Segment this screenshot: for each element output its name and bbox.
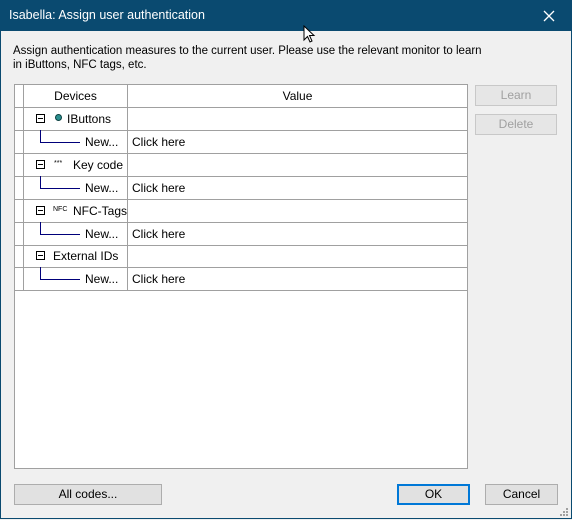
device-cell: NFC NFC-Tags	[24, 200, 128, 222]
column-header-devices[interactable]: Devices	[24, 85, 128, 107]
device-cell: External IDs	[24, 245, 128, 267]
click-here-link[interactable]: Click here	[132, 181, 185, 195]
child-row-key-code[interactable]: New... Click here	[15, 176, 467, 200]
delete-button[interactable]: Delete	[475, 114, 557, 135]
click-here-cell[interactable]: Click here	[128, 177, 467, 199]
value-cell	[128, 245, 467, 267]
key-code-icon: ***	[54, 160, 63, 167]
row-selector[interactable]	[15, 200, 24, 222]
click-here-link[interactable]: Click here	[132, 272, 185, 286]
window-title: Isabella: Assign user authentication	[9, 8, 205, 22]
row-selector[interactable]	[15, 131, 24, 153]
group-label: NFC-Tags	[73, 204, 128, 218]
click-here-cell[interactable]: Click here	[128, 268, 467, 290]
child-row-nfc-tags[interactable]: New... Click here	[15, 222, 467, 246]
click-here-cell[interactable]: Click here	[128, 131, 467, 153]
collapse-icon[interactable]	[36, 251, 45, 260]
new-entry-label[interactable]: New...	[85, 227, 118, 241]
all-codes-button[interactable]: All codes...	[14, 484, 162, 505]
description-text: Assign authentication measures to the cu…	[13, 45, 482, 71]
column-header-value[interactable]: Value	[128, 85, 467, 107]
group-row-external-ids[interactable]: External IDs	[15, 245, 467, 268]
row-selector[interactable]	[15, 154, 24, 176]
tree-line	[40, 279, 80, 280]
child-row-external-ids[interactable]: New... Click here	[15, 267, 467, 291]
new-entry-label[interactable]: New...	[85, 272, 118, 286]
collapse-icon[interactable]	[36, 160, 45, 169]
group-row-key-code[interactable]: *** Key code	[15, 154, 467, 177]
tree-line	[40, 176, 41, 188]
nfc-icon: NFC	[53, 206, 68, 213]
collapse-icon[interactable]	[36, 206, 45, 215]
click-here-link[interactable]: Click here	[132, 227, 185, 241]
click-here-cell[interactable]: Click here	[128, 223, 467, 245]
collapse-icon[interactable]	[36, 114, 45, 123]
child-row-ibuttons[interactable]: New... Click here	[15, 130, 467, 154]
grid-header: Devices Value	[15, 85, 467, 108]
new-entry-label[interactable]: New...	[85, 135, 118, 149]
authentication-grid[interactable]: Devices Value IButtons New... Click here…	[14, 84, 468, 469]
close-icon	[543, 10, 555, 21]
group-row-ibuttons[interactable]: IButtons	[15, 108, 467, 131]
device-cell: New...	[24, 176, 128, 199]
new-entry-label[interactable]: New...	[85, 181, 118, 195]
device-cell: New...	[24, 222, 128, 245]
learn-button[interactable]: Learn	[475, 85, 557, 106]
cancel-button[interactable]: Cancel	[485, 484, 558, 505]
ibutton-icon	[55, 114, 62, 121]
row-selector[interactable]	[15, 245, 24, 267]
device-cell: New...	[24, 267, 128, 290]
group-label: Key code	[73, 158, 124, 172]
group-label: IButtons	[67, 112, 112, 126]
device-cell: *** Key code	[24, 154, 128, 176]
value-cell	[128, 154, 467, 176]
value-cell	[128, 108, 467, 130]
group-label: External IDs	[53, 249, 119, 263]
ok-button[interactable]: OK	[397, 484, 470, 505]
row-selector[interactable]	[15, 223, 24, 245]
tree-line	[40, 142, 80, 143]
device-cell: New...	[24, 130, 128, 153]
tree-line	[40, 267, 41, 279]
tree-line	[40, 234, 80, 235]
tree-line	[40, 222, 41, 234]
close-button[interactable]	[526, 0, 572, 31]
row-selector[interactable]	[15, 177, 24, 199]
mouse-cursor-icon	[303, 25, 316, 43]
device-cell: IButtons	[24, 108, 128, 130]
title-bar[interactable]: Isabella: Assign user authentication	[0, 0, 572, 31]
row-selector[interactable]	[15, 268, 24, 290]
click-here-link[interactable]: Click here	[132, 135, 185, 149]
tree-line	[40, 188, 80, 189]
resize-grip-icon[interactable]	[559, 507, 569, 517]
header-selector-cell	[15, 85, 24, 107]
tree-line	[40, 130, 41, 142]
group-row-nfc-tags[interactable]: NFC NFC-Tags	[15, 200, 467, 223]
row-selector[interactable]	[15, 108, 24, 130]
value-cell	[128, 200, 467, 222]
